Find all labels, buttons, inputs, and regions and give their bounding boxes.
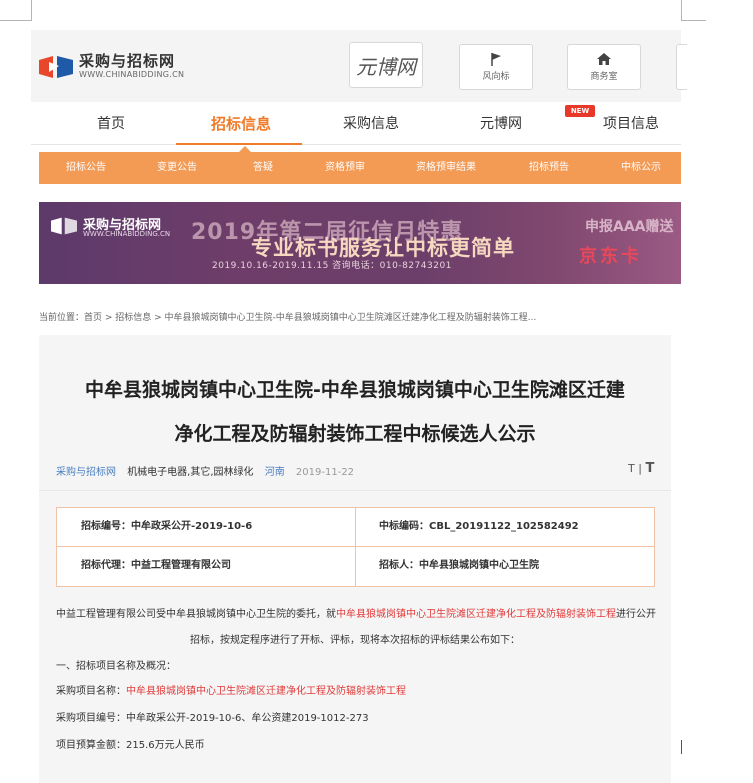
nav-yuanbo[interactable]: 元博网 (436, 104, 566, 144)
article-date: 2019-11-22 (295, 467, 355, 478)
intro-paragraph-line1: 中益工程管理有限公司受中牟县狼城岗镇中心卫生院的委托，就中牟县狼城岗镇中心卫生院… (56, 605, 656, 620)
intro-text: 中益工程管理有限公司受中牟县狼城岗镇中心卫生院的委托，就 (56, 609, 336, 620)
logo-mark-icon (39, 56, 73, 78)
banner-right-bottom: 京东卡 (579, 246, 642, 267)
logo-domain: WWW.CHINABIDDING.CN (79, 70, 185, 79)
banner-logo-mark-icon (51, 217, 77, 235)
yuanbo-logo[interactable]: 元博网 (349, 42, 423, 88)
article-source[interactable]: 采购与招标网 (56, 467, 116, 478)
font-small-button[interactable]: T (628, 462, 635, 475)
home-icon (597, 53, 611, 65)
subnav-change-notice[interactable]: 变更公告 (157, 152, 197, 184)
section-heading: 一、招标项目名称及概况： (56, 661, 176, 672)
nav-bidding-info[interactable]: 招标信息 (176, 104, 306, 144)
nav-active-indicator (176, 143, 302, 145)
subnav-prequalification[interactable]: 资格预审 (325, 152, 365, 184)
subnav-award-notice[interactable]: 中标公示 (621, 152, 661, 184)
subnav-prequalification-result[interactable]: 资格预审结果 (416, 152, 476, 184)
site-header: 采购与招标网 WWW.CHINABIDDING.CN 元博网 风向标 商务室 (31, 30, 687, 102)
award-code: 中标编码：CBL_20191122_102582492 (379, 521, 579, 532)
nav-purchase-info[interactable]: 采购信息 (306, 104, 436, 144)
banner-dates: 2019.10.16-2019.11.15 咨询电话：010-82743201 (212, 261, 452, 271)
table-divider (355, 508, 356, 586)
bid-agent: 招标代理：中益工程管理有限公司 (81, 560, 231, 571)
article-title-line1: 中牟县狼城岗镇中心卫生院-中牟县狼城岗镇中心卫生院滩区迁建 (85, 379, 625, 401)
article: 中牟县狼城岗镇中心卫生院-中牟县狼城岗镇中心卫生院滩区迁建 净化工程及防辐射装饰… (39, 335, 671, 783)
flag-icon (491, 53, 501, 66)
article-meta: 采购与招标网 机械电子电器,其它,园林绿化 河南 2019-11-22 (56, 463, 354, 478)
subnav-tender-forecast[interactable]: 招标预告 (529, 152, 569, 184)
divider (39, 490, 671, 491)
project-name-value: 中牟县狼城岗镇中心卫生院滩区迁建净化工程及防辐射装饰工程 (126, 686, 406, 697)
crop-mark (681, 20, 706, 21)
crop-mark (681, 0, 682, 20)
crop-mark (0, 20, 32, 21)
font-toggle-separator: | (638, 462, 642, 475)
intro-text-end: 进行公开 (616, 609, 656, 620)
project-code: 采购项目编号：中牟政采公开-2019-10-6、牟公资建2019-1012-27… (56, 713, 369, 724)
nav-home[interactable]: 首页 (46, 104, 176, 144)
subnav-caret (239, 146, 251, 152)
project-budget: 项目预算金额：215.6万元人民币 (56, 740, 205, 751)
sub-nav: 招标公告 变更公告 答疑 资格预审 资格预审结果 招标预告 中标公示 (39, 146, 681, 184)
bid-number: 招标编号：中牟政采公开-2019-10-6 (81, 521, 253, 532)
text-cursor (681, 740, 682, 754)
subnav-tender-notice[interactable]: 招标公告 (66, 152, 106, 184)
shangwu-button[interactable]: 商务室 (567, 44, 641, 90)
fengxiang-button[interactable]: 风向标 (459, 44, 533, 90)
project-name: 采购项目名称：中牟县狼城岗镇中心卫生院滩区迁建净化工程及防辐射装饰工程 (56, 682, 406, 697)
site-logo[interactable]: 采购与招标网 WWW.CHINABIDDING.CN (39, 50, 199, 86)
logo-name: 采购与招标网 (79, 52, 176, 70)
font-size-toggle: T | T (628, 461, 654, 476)
font-large-button[interactable]: T (645, 461, 654, 476)
fengxiang-label: 风向标 (482, 72, 510, 82)
promo-banner[interactable]: 采购与招标网 WWW.CHINABIDDING.CN 2019年第二届征信月特惠… (39, 202, 681, 284)
banner-right-top: 申报AAA赠送 (585, 219, 674, 235)
tenderer: 招标人：中牟县狼城岗镇中心卫生院 (379, 560, 539, 571)
article-region[interactable]: 河南 (265, 467, 285, 478)
subnav-qa[interactable]: 答疑 (253, 152, 273, 184)
banner-logo-domain: WWW.CHINABIDDING.CN (83, 230, 171, 238)
info-table: 招标编号：中牟政采公开-2019-10-6 中标编码：CBL_20191122_… (56, 507, 655, 587)
intro-paragraph-line2: 招标，按规定程序进行了开标、评标，现将本次招标的评标结果公布如下： (190, 635, 520, 646)
shangwu-label: 商务室 (590, 72, 618, 82)
intro-highlight: 中牟县狼城岗镇中心卫生院滩区迁建净化工程及防辐射装饰工程 (336, 609, 616, 620)
main-nav: 首页 招标信息 采购信息 元博网 NEW 项目信息 (31, 104, 681, 145)
article-categories: 机械电子电器,其它,园林绿化 (127, 467, 254, 478)
article-title-line2: 净化工程及防辐射装饰工程中标候选人公示 (174, 423, 536, 445)
nav-project-info[interactable]: 项目信息 (566, 104, 696, 144)
project-name-label: 采购项目名称： (56, 686, 126, 697)
breadcrumb[interactable]: 当前位置：首页 > 招标信息 > 中牟县狼城岗镇中心卫生院-中牟县狼城岗镇中心卫… (39, 310, 681, 323)
crop-mark (31, 0, 32, 20)
more-button[interactable] (676, 44, 687, 90)
